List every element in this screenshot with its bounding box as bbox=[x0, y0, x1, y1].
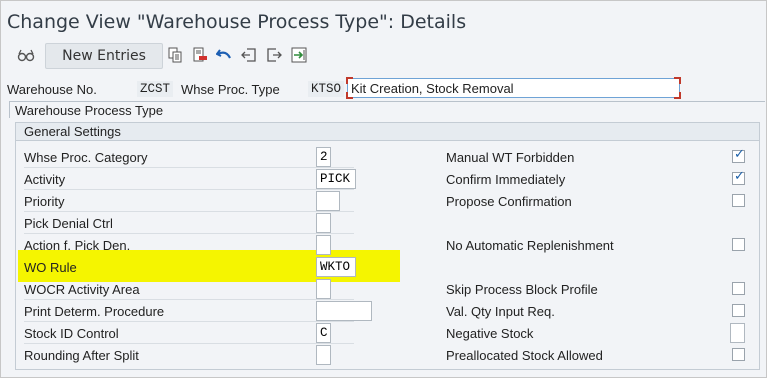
wo-rule-field[interactable]: WKTO bbox=[316, 257, 356, 277]
wo-rule-label: WO Rule bbox=[24, 260, 77, 275]
process-type-value: KTSO bbox=[308, 81, 345, 97]
settings-row: WO Rule WKTO bbox=[16, 256, 759, 278]
whse-proc-category-label: Whse Proc. Category bbox=[24, 150, 148, 165]
group-title: General Settings bbox=[16, 123, 759, 141]
manual-wt-forbidden-label: Manual WT Forbidden bbox=[446, 150, 575, 165]
general-settings-group: General Settings Whse Proc. Category 2 M… bbox=[15, 122, 760, 370]
wocr-activity-area-label: WOCR Activity Area bbox=[24, 282, 140, 297]
settings-row: Priority Propose Confirmation bbox=[16, 190, 759, 212]
no-automatic-replenishment-checkbox[interactable] bbox=[732, 238, 745, 251]
skip-process-block-profile-label: Skip Process Block Profile bbox=[446, 282, 598, 297]
delete-icon[interactable] bbox=[189, 44, 211, 66]
description-field[interactable]: Kit Creation, Stock Removal bbox=[346, 77, 681, 99]
rounding-after-split-field[interactable] bbox=[316, 345, 331, 365]
next-entry-icon[interactable] bbox=[263, 44, 285, 66]
transport-icon[interactable] bbox=[288, 44, 310, 66]
previous-entry-icon[interactable] bbox=[238, 44, 260, 66]
val-qty-input-req-checkbox[interactable] bbox=[732, 304, 745, 317]
no-automatic-replenishment-label: No Automatic Replenishment bbox=[446, 238, 614, 253]
warehouse-label: Warehouse No. bbox=[7, 82, 97, 97]
new-entries-button[interactable]: New Entries bbox=[45, 43, 163, 69]
propose-confirmation-label: Propose Confirmation bbox=[446, 194, 572, 209]
priority-field[interactable] bbox=[316, 191, 340, 211]
warehouse-value: ZCST bbox=[137, 81, 174, 97]
toolbar: New Entries bbox=[1, 43, 766, 69]
settings-row: Activity PICK Confirm Immediately bbox=[16, 168, 759, 190]
wocr-activity-area-field[interactable] bbox=[316, 279, 331, 299]
pick-denial-ctrl-label: Pick Denial Ctrl bbox=[24, 216, 113, 231]
window: Change View "Warehouse Process Type": De… bbox=[0, 0, 767, 378]
negative-stock-field[interactable] bbox=[730, 323, 745, 343]
tab-warehouse-process-type[interactable]: Warehouse Process Type bbox=[9, 101, 765, 118]
stock-id-control-field[interactable]: C bbox=[316, 323, 331, 343]
key-row: Warehouse No. ZCST Whse Proc. Type KTSO … bbox=[1, 77, 766, 100]
settings-row: WOCR Activity Area Skip Process Block Pr… bbox=[16, 278, 759, 300]
stock-id-control-label: Stock ID Control bbox=[24, 326, 119, 341]
activity-label: Activity bbox=[24, 172, 66, 187]
activity-field[interactable]: PICK bbox=[316, 169, 356, 189]
glasses-icon[interactable] bbox=[15, 44, 37, 66]
priority-label: Priority bbox=[24, 194, 65, 209]
skip-process-block-profile-checkbox[interactable] bbox=[732, 282, 745, 295]
undo-icon[interactable] bbox=[213, 44, 235, 66]
print-determ-procedure-label: Print Determ. Procedure bbox=[24, 304, 165, 319]
pick-denial-ctrl-field[interactable] bbox=[316, 213, 331, 233]
whse-proc-category-field[interactable]: 2 bbox=[316, 147, 331, 167]
copy-icon[interactable] bbox=[164, 44, 186, 66]
confirm-immediately-label: Confirm Immediately bbox=[446, 172, 566, 187]
settings-row: Rounding After Split Preallocated Stock … bbox=[16, 344, 759, 366]
preallocated-stock-allowed-checkbox[interactable] bbox=[732, 348, 745, 361]
preallocated-stock-allowed-label: Preallocated Stock Allowed bbox=[446, 348, 603, 363]
rounding-after-split-label: Rounding After Split bbox=[24, 348, 139, 363]
page-title: Change View "Warehouse Process Type": De… bbox=[7, 11, 467, 33]
process-type-label: Whse Proc. Type bbox=[181, 82, 280, 97]
action-pick-den-label: Action f. Pick Den. bbox=[24, 238, 131, 253]
confirm-immediately-checkbox[interactable] bbox=[732, 169, 745, 185]
settings-row: Action f. Pick Den. No Automatic Repleni… bbox=[16, 234, 759, 256]
settings-row: Pick Denial Ctrl bbox=[16, 212, 759, 234]
manual-wt-forbidden-checkbox[interactable] bbox=[732, 147, 745, 163]
settings-row: Whse Proc. Category 2 Manual WT Forbidde… bbox=[16, 146, 759, 168]
settings-row: Print Determ. Procedure Val. Qty Input R… bbox=[16, 300, 759, 322]
negative-stock-label: Negative Stock bbox=[446, 326, 534, 341]
action-pick-den-field[interactable] bbox=[316, 235, 331, 255]
print-determ-procedure-field[interactable] bbox=[316, 301, 372, 321]
description-text: Kit Creation, Stock Removal bbox=[351, 81, 514, 96]
settings-row: Stock ID Control C Negative Stock bbox=[16, 322, 759, 344]
val-qty-input-req-label: Val. Qty Input Req. bbox=[446, 304, 555, 319]
propose-confirmation-checkbox[interactable] bbox=[732, 194, 745, 207]
